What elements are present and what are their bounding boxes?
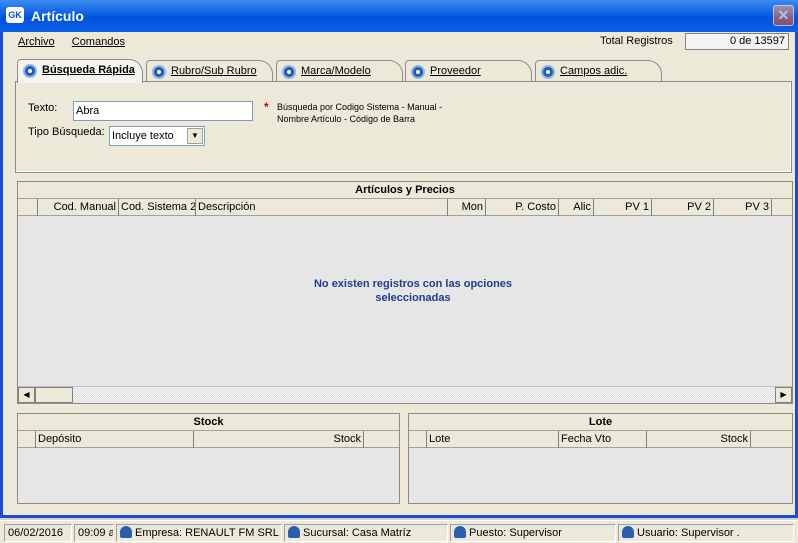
row-selector-header <box>409 431 427 448</box>
app-icon: GK <box>6 7 24 23</box>
hint-line-2: Nombre Artículo - Código de Barra <box>277 114 416 124</box>
menu-comandos[interactable]: Comandos <box>72 36 125 48</box>
tab-rubro-sub-rubro[interactable]: Rubro/Sub Rubro <box>146 60 273 82</box>
status-sucursal-text: Sucursal: Casa Matríz <box>303 527 412 539</box>
status-empresa: Empresa: RENAULT FM SRL <box>116 524 282 542</box>
magnifier-icon <box>541 65 555 79</box>
stock-grid-header: Depósito Stock <box>18 431 399 448</box>
tab-label: Búsqueda Rápida <box>42 64 135 76</box>
row-selector-header <box>18 199 38 216</box>
tipo-busqueda-select[interactable]: Incluye texto ▼ <box>109 126 205 146</box>
tab-label: Campos adic. <box>560 65 628 77</box>
horizontal-scrollbar[interactable]: ◀ ▶ <box>18 386 792 403</box>
row-selector-header <box>18 431 36 448</box>
required-asterisk: * <box>264 100 269 114</box>
title-bar[interactable]: GK Artículo ✕ <box>0 0 798 32</box>
col-pv3[interactable]: PV 3 <box>714 199 772 216</box>
col-pv2[interactable]: PV 2 <box>652 199 714 216</box>
tab-label: Marca/Modelo <box>301 65 371 77</box>
col-alic[interactable]: Alic <box>559 199 594 216</box>
tab-proveedor[interactable]: Proveedor <box>405 60 532 82</box>
col-cod-manual[interactable]: Cod. Manual <box>38 199 119 216</box>
status-empresa-text: Empresa: RENAULT FM SRL <box>135 527 279 539</box>
status-usuario: Usuario: Supervisor . <box>618 524 794 542</box>
status-sucursal: Sucursal: Casa Matríz <box>284 524 448 542</box>
empty-message-line-2: seleccionadas <box>375 292 451 304</box>
scroll-thumb[interactable] <box>35 387 73 403</box>
lote-grid: Lote Lote Fecha Vto Stock <box>408 413 793 504</box>
window-title: Artículo <box>31 8 84 24</box>
articles-grid: Artículos y Precios Cod. Manual Cod. Sis… <box>17 181 793 404</box>
col-stock[interactable]: Stock <box>647 431 751 448</box>
status-date: 06/02/2016 <box>4 524 72 542</box>
magnifier-icon <box>23 64 37 78</box>
menu-bar: Archivo Comandos <box>18 36 139 48</box>
scroll-left-icon[interactable]: ◀ <box>18 387 35 403</box>
magnifier-icon <box>282 65 296 79</box>
search-hint: Búsqueda por Codigo Sistema - Manual - N… <box>277 101 477 125</box>
quick-search-panel: Texto: Abra Tipo Búsqueda: Incluye texto… <box>15 81 792 173</box>
chevron-down-icon[interactable]: ▼ <box>187 128 203 144</box>
user-icon <box>622 526 634 538</box>
col-stock[interactable]: Stock <box>194 431 364 448</box>
filter-tabs: Búsqueda Rápida Rubro/Sub Rubro Marca/Mo… <box>17 59 797 83</box>
col-fecha-vto[interactable]: Fecha Vto <box>559 431 647 448</box>
stock-grid: Stock Depósito Stock <box>17 413 400 504</box>
status-bar: 06/02/2016 09:09 a Empresa: RENAULT FM S… <box>0 520 798 543</box>
store-icon <box>288 526 300 538</box>
tab-label: Rubro/Sub Rubro <box>171 65 257 77</box>
magnifier-icon <box>152 65 166 79</box>
tipo-busqueda-label: Tipo Búsqueda: <box>28 126 105 138</box>
col-cod-sistema[interactable]: Cod. Sistema 2 <box>119 199 196 216</box>
texto-label: Texto: <box>28 102 58 114</box>
col-pv1[interactable]: PV 1 <box>594 199 652 216</box>
building-icon <box>120 526 132 538</box>
texto-input[interactable]: Abra <box>73 101 253 121</box>
lote-grid-caption: Lote <box>409 414 792 431</box>
col-lote[interactable]: Lote <box>427 431 559 448</box>
lote-grid-header: Lote Fecha Vto Stock <box>409 431 792 448</box>
tab-campos-adic[interactable]: Campos adic. <box>535 60 662 82</box>
magnifier-icon <box>411 65 425 79</box>
col-mon[interactable]: Mon <box>448 199 486 216</box>
tab-marca-modelo[interactable]: Marca/Modelo <box>276 60 403 82</box>
hint-line-1: Búsqueda por Codigo Sistema - Manual - <box>277 102 443 112</box>
empty-message-line-1: No existen registros con las opciones <box>313 278 513 290</box>
scroll-right-icon[interactable]: ▶ <box>775 387 792 403</box>
total-registros-value: 0 de 13597 <box>685 33 789 50</box>
status-usuario-text: Usuario: Supervisor . <box>637 527 740 539</box>
total-registros-label: Total Registros <box>600 35 673 47</box>
tab-label: Proveedor <box>430 65 481 77</box>
articles-grid-header: Cod. Manual Cod. Sistema 2 Descripción M… <box>18 199 792 216</box>
articles-grid-caption: Artículos y Precios <box>18 182 792 199</box>
close-button[interactable]: ✕ <box>773 5 794 26</box>
empty-message: No existen registros con las opciones se… <box>278 277 548 305</box>
col-deposito[interactable]: Depósito <box>36 431 194 448</box>
article-window: GK Artículo ✕ Archivo Comandos Total Reg… <box>0 0 798 518</box>
menu-archivo[interactable]: Archivo <box>18 36 55 48</box>
status-puesto-text: Puesto: Supervisor <box>469 527 562 539</box>
stock-grid-caption: Stock <box>18 414 399 431</box>
tipo-busqueda-value: Incluye texto <box>112 130 174 142</box>
workstation-icon <box>454 526 466 538</box>
col-p-costo[interactable]: P. Costo <box>486 199 559 216</box>
tab-busqueda-rapida[interactable]: Búsqueda Rápida <box>17 59 143 83</box>
status-time: 09:09 a <box>74 524 114 542</box>
col-descripcion[interactable]: Descripción <box>196 199 448 216</box>
status-puesto: Puesto: Supervisor <box>450 524 616 542</box>
